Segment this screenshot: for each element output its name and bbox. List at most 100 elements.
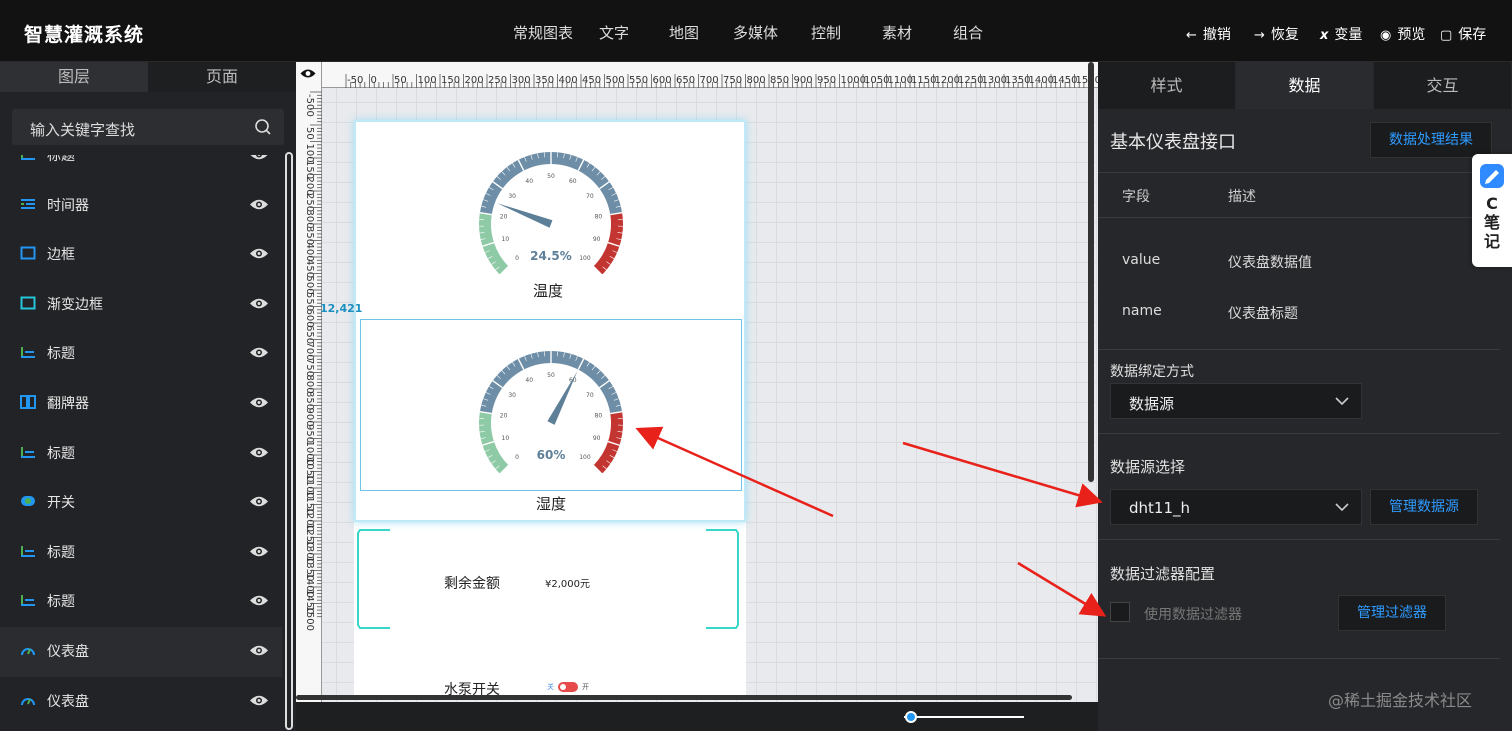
undo-button[interactable]: ← 撤销 (1186, 24, 1231, 44)
field-name-cell: name (1122, 303, 1162, 319)
layer-item[interactable]: 标题 (0, 528, 282, 578)
binding-mode-select[interactable]: 数据源 (1110, 383, 1362, 419)
eye-icon[interactable] (249, 346, 269, 359)
eye-icon[interactable] (249, 694, 269, 707)
use-filter-label: 使用数据过滤器 (1144, 607, 1242, 623)
canvas-vertical-scrollbar[interactable] (1088, 62, 1094, 482)
ruler-label: 850 (770, 75, 789, 86)
field-column-header: 字段 (1122, 189, 1150, 205)
eye-icon[interactable] (249, 396, 269, 409)
layer-scrollbar[interactable] (285, 152, 293, 730)
ruler-label: 200 (465, 75, 484, 86)
divider (1098, 349, 1500, 350)
divider (1098, 658, 1500, 659)
layer-item[interactable]: 标题 (0, 329, 282, 379)
binding-mode-label: 数据绑定方式 (1110, 364, 1194, 380)
variable-button[interactable]: x 变量 (1320, 24, 1362, 44)
layer-item[interactable]: 标题 (0, 577, 282, 627)
gauge-tick-label: 90 (593, 236, 601, 243)
eye-icon[interactable] (249, 545, 269, 558)
gauge-value-text: 60% (537, 448, 566, 462)
eye-icon[interactable] (249, 594, 269, 607)
eye-icon[interactable] (249, 198, 269, 211)
nav-charts[interactable]: 常规图表 (513, 22, 573, 43)
layer-item[interactable]: 标题 (0, 155, 282, 181)
zoom-slider-track[interactable] (904, 716, 1024, 718)
layer-item[interactable]: 边框 (0, 230, 282, 280)
notes-text: C 笔记 (1483, 194, 1500, 251)
ruler-label: 1100 (888, 75, 913, 86)
redo-button[interactable]: → 恢复 (1254, 24, 1299, 44)
manage-data-source-button[interactable]: 管理数据源 (1370, 489, 1478, 525)
switch-off-label: 关 (547, 683, 554, 691)
save-button[interactable]: ▢ 保存 (1440, 24, 1486, 44)
divider (1098, 172, 1500, 173)
pump-toggle[interactable] (558, 682, 578, 692)
nav-map[interactable]: 地图 (669, 22, 699, 43)
ruler-label: 1500 (1076, 75, 1099, 86)
tab-interaction[interactable]: 交互 (1374, 62, 1511, 109)
layer-item[interactable]: 标题 (0, 429, 282, 479)
layer-item[interactable]: 开关 (0, 478, 282, 528)
nav-group[interactable]: 组合 (953, 22, 983, 43)
tab-pages[interactable]: 页面 (148, 62, 296, 92)
nav-control[interactable]: 控制 (811, 22, 841, 43)
data-source-select[interactable]: dht11_h (1110, 489, 1362, 525)
tab-layers[interactable]: 图层 (0, 62, 148, 92)
gauge-tick-label: 80 (595, 213, 603, 220)
layer-item[interactable]: 仪表盘 (0, 677, 282, 727)
eye-icon[interactable] (249, 247, 269, 260)
divider (1098, 217, 1500, 218)
app-root: 智慧灌溉系统 常规图表 文字 地图 多媒体 控制 素材 组合 ← 撤销 → 恢复 x… (0, 0, 1512, 731)
use-filter-checkbox[interactable] (1110, 602, 1130, 622)
preview-button[interactable]: ◉ 预览 (1380, 24, 1425, 44)
divider (1098, 539, 1500, 540)
note-icon (1480, 164, 1504, 188)
layer-item[interactable]: 翻牌器 (0, 379, 282, 429)
layer-search-input[interactable]: 输入关键字查找 (12, 109, 284, 145)
tab-data[interactable]: 数据 (1236, 62, 1373, 109)
eye-icon[interactable] (249, 155, 269, 161)
ruler-label: -50 (304, 94, 315, 110)
selection-coordinate: 12,421 (320, 302, 363, 315)
temperature-gauge[interactable]: 0 10 20 30 40 50 60 70 80 90 100 24.5% (470, 144, 632, 274)
ruler-label: 1450 (1052, 75, 1077, 86)
ruler-eye-icon[interactable] (300, 68, 316, 79)
title-icon (21, 545, 35, 557)
eye-icon[interactable] (249, 495, 269, 508)
horizontal-ruler-ticks: -50 0 50 100 150 200 250 300 350 400 450 500 550 600 6… (345, 74, 1099, 88)
data-result-button[interactable]: 数据处理结果 (1370, 122, 1492, 158)
nav-text[interactable]: 文字 (599, 22, 629, 43)
ruler-label: 350 (535, 75, 554, 86)
humidity-gauge[interactable]: 010203040506070809010060% (470, 343, 632, 473)
gauge-tick-label: 20 (500, 412, 508, 419)
gauge-tick-label: 0 (515, 454, 519, 461)
field-desc-cell: 仪表盘数据值 (1228, 255, 1312, 271)
save-icon: ▢ (1440, 28, 1453, 43)
tab-style[interactable]: 样式 (1098, 62, 1235, 109)
nav-material[interactable]: 素材 (882, 22, 912, 43)
eye-icon[interactable] (249, 297, 269, 310)
gauge-tick-label: 20 (500, 213, 508, 220)
search-icon[interactable] (254, 118, 272, 136)
manage-filter-button[interactable]: 管理过滤器 (1338, 595, 1446, 631)
ruler-label: 400 (559, 75, 578, 86)
switch-icon (21, 496, 35, 507)
layer-item[interactable]: 时间器 (0, 181, 282, 231)
gauge-tick-label: 40 (525, 377, 533, 384)
layer-item[interactable]: 渐变边框 (0, 280, 282, 330)
eye-icon[interactable] (249, 446, 269, 459)
ruler-label: 1000 (841, 75, 866, 86)
data-source-label: 数据源选择 (1110, 458, 1186, 476)
frame-left-corner (357, 529, 390, 629)
layer-item-selected[interactable]: 仪表盘 (0, 626, 282, 677)
design-canvas[interactable]: -50 0 50 100 150 200 250 300 350 400 450 500 550 600 6… (296, 62, 1098, 702)
eye-icon: ◉ (1380, 28, 1392, 43)
nav-media[interactable]: 多媒体 (733, 22, 778, 43)
eye-icon[interactable] (249, 644, 269, 657)
notes-widget[interactable]: C 笔记 (1472, 154, 1512, 267)
canvas-horizontal-scrollbar[interactable] (296, 695, 1072, 700)
interface-title: 基本仪表盘接口 (1110, 132, 1236, 153)
pump-toggle-knob (560, 684, 566, 690)
zoom-slider-handle[interactable] (905, 711, 917, 723)
